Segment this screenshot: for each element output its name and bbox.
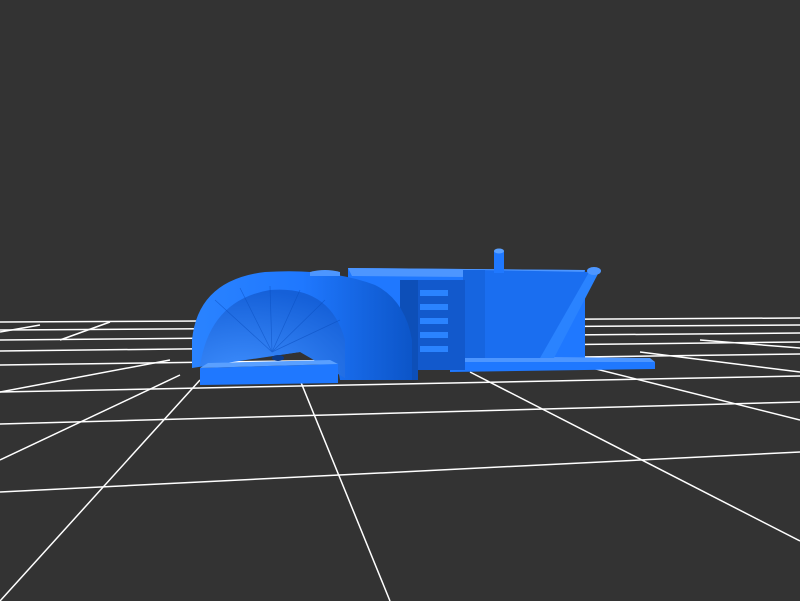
3d-viewport[interactable] [0, 0, 800, 601]
grid-line [0, 451, 800, 493]
grid-line [699, 339, 800, 349]
model-post-cap [494, 248, 504, 254]
grid-line [469, 371, 800, 542]
grid-line [0, 401, 800, 425]
grid-line [0, 374, 181, 461]
model-hole [272, 355, 284, 361]
model-top-tab [310, 270, 340, 276]
grid-line [0, 324, 41, 333]
model-mid-block [463, 270, 485, 358]
grid-line [59, 321, 111, 341]
model-post [494, 251, 504, 273]
3d-model-icon[interactable] [192, 248, 655, 386]
model-right-rod-cap [587, 267, 601, 275]
model-base-plate [450, 362, 655, 372]
scene-canvas[interactable] [0, 0, 800, 601]
